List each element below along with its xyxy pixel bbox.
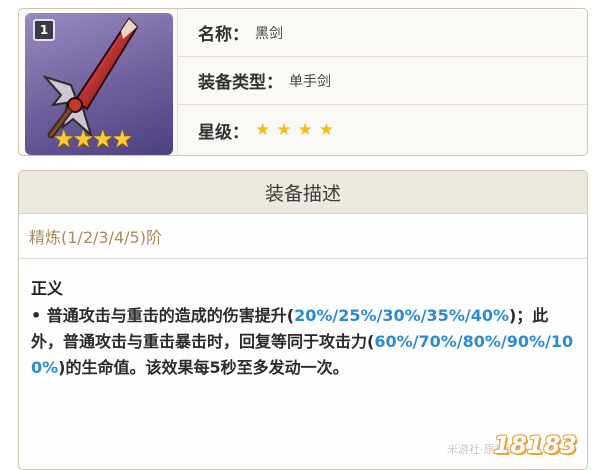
thumbnail-rarity-stars: ★★★★: [53, 125, 133, 153]
type-label: 装备类型: [198, 73, 266, 93]
watermark: 米游社·原神百科 18183: [447, 409, 577, 461]
passive-text-1: 普通攻击与重击的造成的伤害提升(: [41, 306, 295, 325]
rarity-label: 星级: [198, 122, 232, 143]
name-label: 名称: [198, 25, 232, 45]
passive-text-3: )的生命值。该效果每5秒至多发动一次。: [58, 358, 349, 377]
bullet: •: [31, 306, 42, 325]
passive-name: 正义: [31, 279, 64, 298]
name-value: 黑剑: [255, 25, 283, 42]
name-colon: ：: [232, 25, 249, 45]
weapon-info-card: 1 ★★★★ 名称 ： 黑剑 装备类型 ： 单手剑 星级 ： ★★★★: [18, 8, 588, 156]
type-row: 装备类型 ： 单手剑: [178, 57, 587, 105]
type-colon: ：: [266, 73, 283, 93]
refinement-badge: 1: [33, 19, 55, 41]
description-panel: 装备描述 精炼(1/2/3/4/5)阶 正义 • 普通攻击与重击的造成的伤害提升…: [18, 170, 588, 470]
rarity-row: 星级 ： ★★★★: [178, 106, 587, 154]
rarity-stars: ★★★★: [255, 120, 340, 140]
passive-description: • 普通攻击与重击的造成的伤害提升(20%/25%/30%/35%/40%)；此…: [31, 303, 579, 381]
watermark-logo: 18183: [493, 431, 578, 459]
passive-section: 正义 • 普通攻击与重击的造成的伤害提升(20%/25%/30%/35%/40%…: [19, 259, 587, 381]
refinement-levels: 精炼(1/2/3/4/5)阶: [19, 214, 587, 259]
name-row: 名称 ： 黑剑: [178, 9, 587, 57]
damage-bonus-values: 20%/25%/30%/35%/40%: [294, 306, 509, 325]
rarity-colon: ：: [232, 122, 249, 143]
description-header: 装备描述: [19, 171, 587, 214]
weapon-thumbnail: 1 ★★★★: [25, 13, 173, 155]
type-value: 单手剑: [289, 73, 331, 90]
